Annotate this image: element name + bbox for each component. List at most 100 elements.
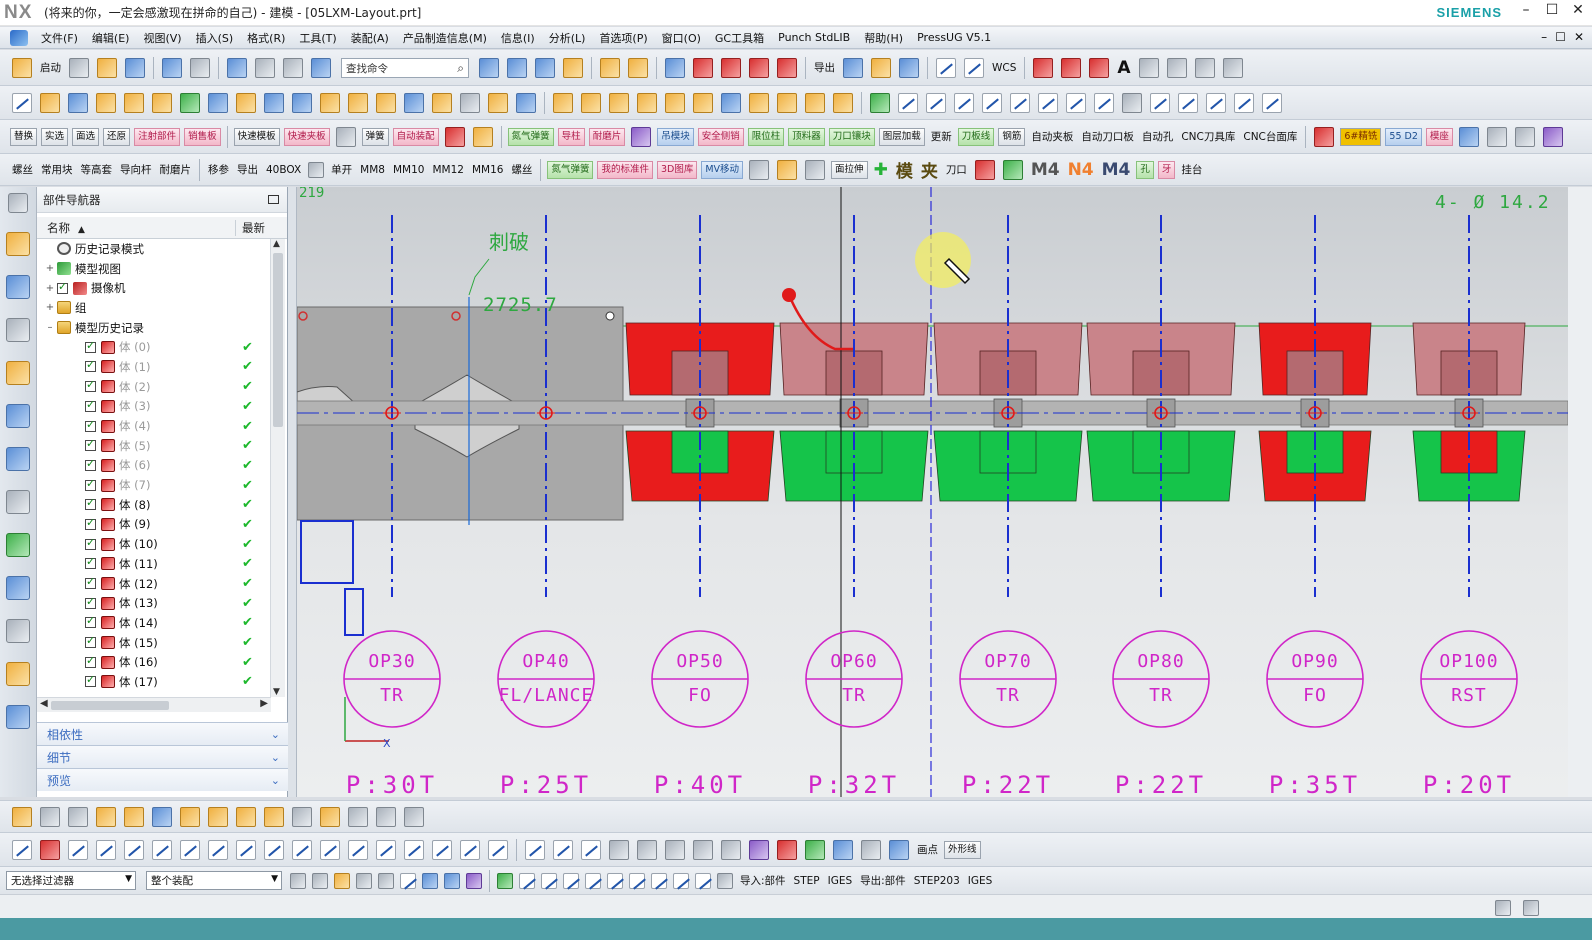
transform-icon[interactable] [581,839,601,860]
snap-bounded-icon[interactable] [695,872,711,889]
scroll-thumb[interactable] [273,253,283,427]
expand-toggle-icon[interactable]: + [45,283,55,294]
tree-node[interactable]: 体 (1) ✔ [37,357,271,377]
box-select-icon[interactable] [964,57,984,78]
tree-node[interactable]: 体 (5) ✔ [37,436,271,456]
copy-icon[interactable] [283,57,303,78]
system-materials-icon[interactable] [6,533,30,557]
profile-icon[interactable] [208,839,228,860]
mm8-button[interactable]: MM8 [360,164,385,176]
subtract-icon[interactable] [581,92,601,113]
visibility-checkbox[interactable] [85,634,96,649]
selection-filter-select[interactable]: 无选择过滤器 ▼ [6,871,136,890]
die-set-icon[interactable] [472,126,493,147]
tree-node[interactable]: 体 (11) ✔ [37,554,271,574]
face-extrude-button[interactable]: 面拉伸 [831,160,868,179]
start-icon[interactable] [12,57,32,78]
m4-thread-button[interactable]: M4 [1102,160,1131,180]
tangent-circle-icon[interactable] [236,839,256,860]
fillet-tool-icon[interactable] [1178,92,1198,113]
offset-region-icon[interactable] [693,92,713,113]
datum-plane-icon[interactable] [180,92,200,113]
expand-toggle-icon[interactable]: – [45,322,55,333]
fit-view-icon[interactable] [479,57,499,78]
export-step-button[interactable]: STEP203 [914,875,960,887]
law-curve-icon[interactable] [833,839,853,860]
text-icon[interactable]: A [1117,58,1130,78]
visibility-checkbox[interactable] [57,280,68,294]
tree-node[interactable]: 体 (10) ✔ [37,534,271,554]
dimension-icon[interactable] [609,839,629,860]
menu-file[interactable]: 文件(F) [34,30,85,46]
start-menu-button[interactable]: 启动 [40,60,61,75]
snap-on-face-icon[interactable] [673,872,689,889]
lifter-icon[interactable] [631,126,652,147]
replace-face-icon[interactable] [637,92,657,113]
coordinate-icon[interactable] [721,839,741,860]
select-features-icon[interactable] [356,872,372,889]
move-to-layer-icon[interactable] [628,57,648,78]
tree-node[interactable]: 体 (0) ✔ [37,337,271,357]
my-standard-parts-button[interactable]: 我的标准件 [597,160,653,179]
rectangle-select-icon[interactable] [936,57,956,78]
import-part-button[interactable]: 导入:部件 [740,873,786,888]
scroll-down-icon[interactable]: ▼ [273,687,280,697]
chord-icon[interactable] [264,839,284,860]
angle-line-icon[interactable] [926,92,946,113]
mirror-icon[interactable] [1222,57,1243,78]
redo-icon[interactable] [190,57,210,78]
menu-tools[interactable]: 工具(T) [292,30,343,46]
export-part-button[interactable]: 导出 [237,162,258,177]
window-select-icon[interactable] [227,57,247,78]
snap-point-icon[interactable] [870,92,890,113]
menu-window[interactable]: 窗口(O) [655,30,708,46]
pin-plate-button[interactable]: 销售板 [184,127,221,146]
doc-restore-button[interactable]: ☐ [1555,30,1566,44]
visibility-checkbox[interactable] [85,339,96,353]
exploded-view-icon[interactable] [236,806,256,827]
panel-splitter[interactable] [288,187,297,797]
link-icon[interactable] [320,806,340,827]
cnc-tool-lib-button[interactable]: CNC刀具库 [1181,129,1235,144]
select-all-icon[interactable] [312,872,328,889]
import-icon[interactable] [717,872,733,889]
tree-node[interactable]: 体 (15) ✔ [37,633,271,653]
wcs-orient-icon[interactable] [871,57,891,78]
auto-edge-plate-button[interactable]: 自动刀口板 [1081,129,1134,144]
search-icon[interactable]: ⌕ [457,61,464,76]
tree-node[interactable]: 体 (8) ✔ [37,495,271,515]
tree-node[interactable]: 体 (16) ✔ [37,652,271,672]
visibility-checkbox[interactable] [85,457,96,471]
render-icon[interactable] [1486,126,1507,147]
menu-insert[interactable]: 插入(S) [189,30,241,46]
project-icon[interactable] [1194,57,1215,78]
weld-icon[interactable] [376,806,396,827]
color-red-swatch[interactable] [1314,126,1335,147]
quick-template-button[interactable]: 快速模板 [233,127,280,146]
tree-node[interactable]: 体 (13) ✔ [37,593,271,613]
panel-details[interactable]: 细节 ⌄ [37,745,288,768]
die-block-icon[interactable] [444,126,465,147]
measure-distance-icon[interactable] [665,57,685,78]
strip-layout-drawing[interactable]: OP30 TR P:30T OP40 FL/LANCE P:25T OP50 FO P:40T O… [297,187,1568,797]
menu-information[interactable]: 信息(I) [494,30,542,46]
shell-icon[interactable] [376,92,396,113]
new-file-icon[interactable] [69,57,89,78]
edge-insert-button[interactable]: 刀口镶块 [828,127,875,146]
view-edges-icon[interactable] [466,872,482,889]
wave-geometry-icon[interactable] [749,92,769,113]
revolve-icon[interactable] [68,92,88,113]
snap-control-icon[interactable] [541,872,557,889]
menu-view[interactable]: 视图(V) [136,30,188,46]
scroll-right-icon[interactable]: ▶ [260,698,268,709]
move-face-icon[interactable] [516,92,536,113]
visibility-checkbox[interactable] [85,673,96,688]
conic-icon[interactable] [96,839,116,860]
n4-button[interactable]: N4 [1068,160,1094,180]
delete-face-icon[interactable] [665,92,685,113]
part-navigator-icon[interactable] [6,318,30,342]
view-shaded-icon[interactable] [422,872,438,889]
tree-node[interactable]: 历史记录模式 [37,239,271,259]
offset-sketch-icon[interactable] [488,839,508,860]
cutting-edge-button[interactable]: 刀口 [946,162,967,177]
